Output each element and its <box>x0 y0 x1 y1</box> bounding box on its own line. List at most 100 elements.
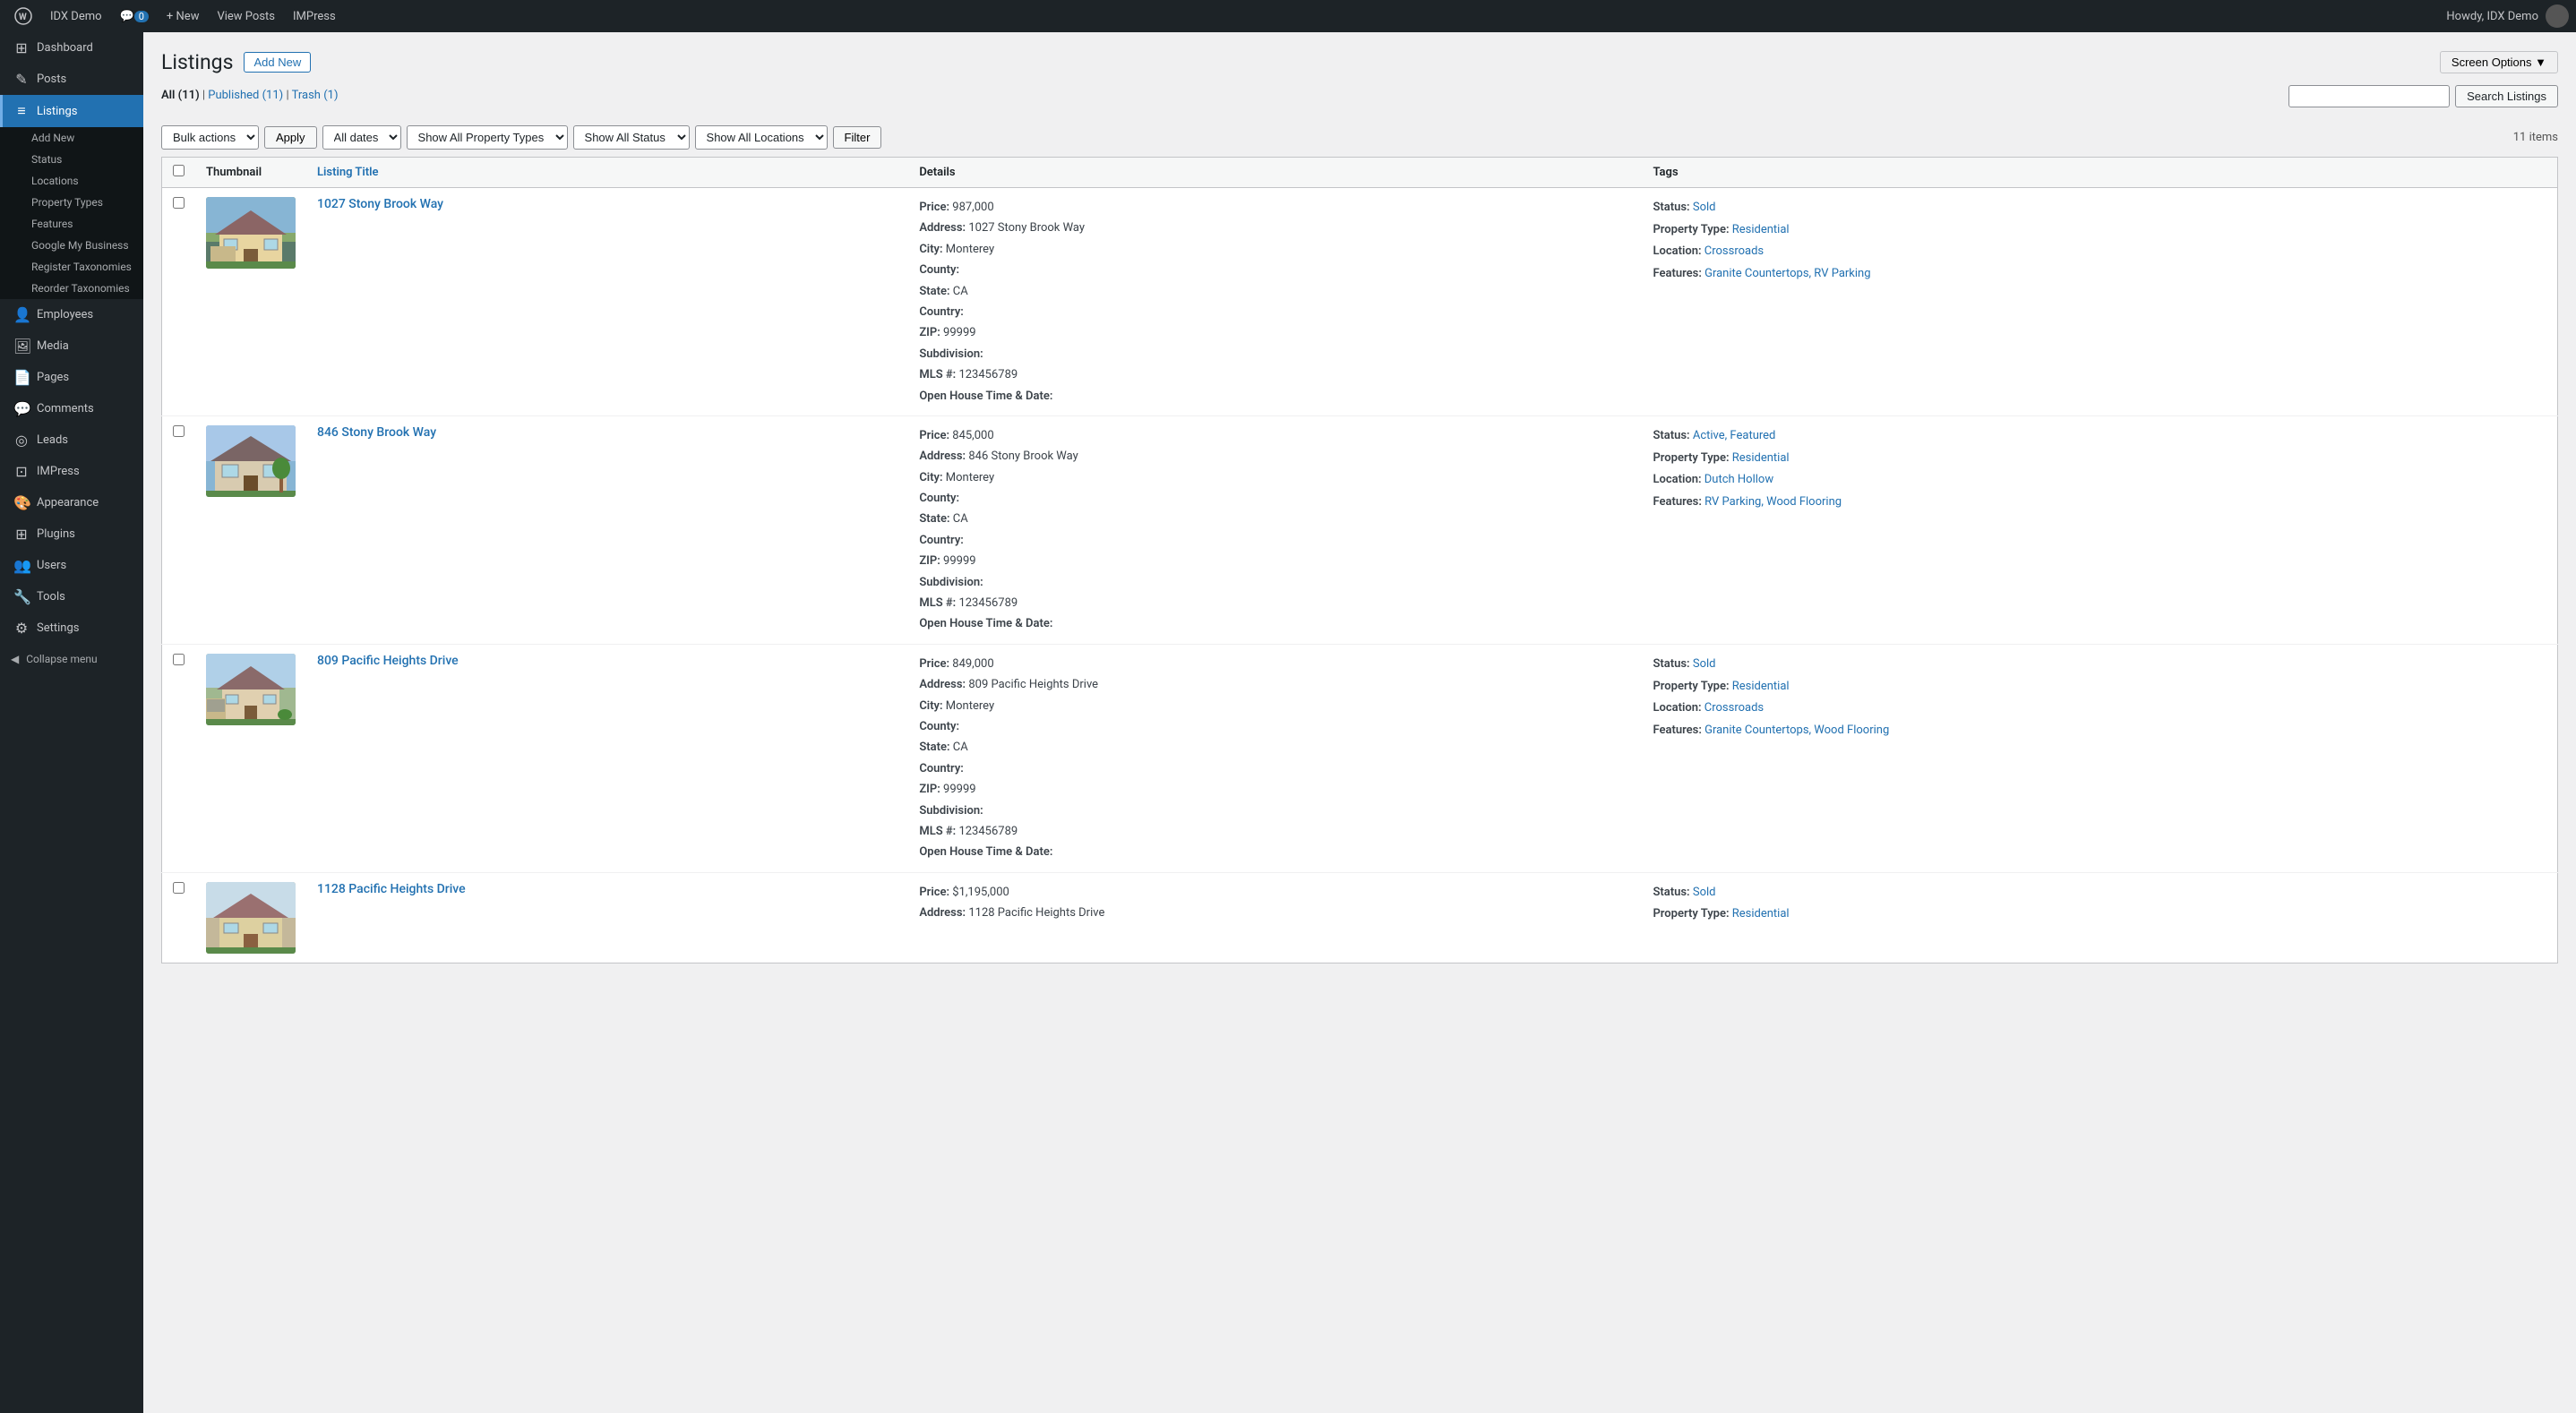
listing-title-sort-link[interactable]: Listing Title <box>317 166 379 179</box>
sidebar-item-impress[interactable]: ⊡ IMPress <box>0 456 143 487</box>
sidebar-label-features: Features <box>31 218 73 230</box>
listing-image-1 <box>206 197 296 269</box>
sidebar-item-leads[interactable]: ◎ Leads <box>0 424 143 456</box>
property-type-link-4[interactable]: Residential <box>1732 907 1790 921</box>
wp-logo-button[interactable]: W <box>7 0 39 32</box>
all-filter-link[interactable]: All (11) <box>161 89 202 102</box>
thumbnail-1 <box>195 188 306 416</box>
listing-title-col-header[interactable]: Listing Title <box>306 158 908 188</box>
sidebar-item-add-new[interactable]: Add New <box>0 127 143 149</box>
row-check-3[interactable] <box>162 644 196 872</box>
new-content-button[interactable]: + New <box>159 0 207 32</box>
sidebar-item-plugins[interactable]: ⊞ Plugins <box>0 518 143 550</box>
listing-title-4[interactable]: 1128 Pacific Heights Drive <box>306 872 908 963</box>
sidebar-item-locations[interactable]: Locations <box>0 170 143 192</box>
listing-link-1[interactable]: 1027 Stony Brook Way <box>317 197 443 211</box>
listing-title-2[interactable]: 846 Stony Brook Way <box>306 415 908 644</box>
status-select[interactable]: Show All Status <box>573 125 690 150</box>
listings-icon: ≡ <box>13 102 30 120</box>
trash-filter-link[interactable]: Trash (1) <box>292 89 339 102</box>
property-types-select[interactable]: Show All Property Types <box>407 125 568 150</box>
listing-link-4[interactable]: 1128 Pacific Heights Drive <box>317 882 466 896</box>
site-name-label: IDX Demo <box>50 10 102 23</box>
comments-button[interactable]: 💬 0 <box>113 0 156 32</box>
search-button[interactable]: Search Listings <box>2455 85 2558 107</box>
status-link-4[interactable]: Sold <box>1693 886 1716 899</box>
sidebar-label-pages: Pages <box>37 371 69 384</box>
location-link-3[interactable]: Crossroads <box>1704 701 1764 715</box>
add-new-button[interactable]: Add New <box>244 52 311 73</box>
sidebar-item-pages[interactable]: 📄 Pages <box>0 362 143 393</box>
collapse-menu-button[interactable]: ◀ Collapse menu <box>0 644 143 674</box>
property-type-link-3[interactable]: Residential <box>1732 680 1790 693</box>
status-link-2[interactable]: Active, Featured <box>1693 429 1776 442</box>
listing-title-1[interactable]: 1027 Stony Brook Way <box>306 188 908 416</box>
sidebar-item-users[interactable]: 👥 Users <box>0 550 143 581</box>
sidebar-item-listings[interactable]: ≡ Listings <box>0 95 143 127</box>
search-input[interactable] <box>2288 85 2450 107</box>
location-link-1[interactable]: Crossroads <box>1704 244 1764 258</box>
sidebar-label-media: Media <box>37 339 69 353</box>
sidebar-item-tools[interactable]: 🔧 Tools <box>0 581 143 612</box>
listing-link-3[interactable]: 809 Pacific Heights Drive <box>317 654 459 668</box>
features-link-2[interactable]: RV Parking, Wood Flooring <box>1704 495 1842 509</box>
sidebar-item-settings[interactable]: ⚙ Settings <box>0 612 143 644</box>
sidebar-label-comments: Comments <box>37 402 94 415</box>
property-type-link-1[interactable]: Residential <box>1732 223 1790 236</box>
sidebar-label-tools: Tools <box>37 590 65 604</box>
sidebar-item-appearance[interactable]: 🎨 Appearance <box>0 487 143 518</box>
row-check-2[interactable] <box>162 415 196 644</box>
locations-select[interactable]: Show All Locations <box>695 125 828 150</box>
site-name-button[interactable]: IDX Demo <box>43 0 109 32</box>
status-link-1[interactable]: Sold <box>1693 201 1716 214</box>
location-link-2[interactable]: Dutch Hollow <box>1704 473 1773 486</box>
sidebar-item-comments[interactable]: 💬 Comments <box>0 393 143 424</box>
sidebar-label-leads: Leads <box>37 433 68 447</box>
sidebar-item-register-taxonomies[interactable]: Register Taxonomies <box>0 256 143 278</box>
published-filter-link[interactable]: Published (11) <box>208 89 286 102</box>
row-checkbox-4[interactable] <box>173 882 185 894</box>
sidebar-item-employees[interactable]: 👤 Employees <box>0 299 143 330</box>
listing-title-3[interactable]: 809 Pacific Heights Drive <box>306 644 908 872</box>
sidebar-item-features[interactable]: Features <box>0 213 143 235</box>
status-link-3[interactable]: Sold <box>1693 657 1716 671</box>
comments-icon: 💬 <box>13 400 30 417</box>
filter-button[interactable]: Filter <box>833 126 882 149</box>
row-check-4[interactable] <box>162 872 196 963</box>
users-icon: 👥 <box>13 557 30 574</box>
features-link-3[interactable]: Granite Countertops, Wood Flooring <box>1704 724 1889 737</box>
plugins-icon: ⊞ <box>13 526 30 543</box>
sidebar: ⊞ Dashboard ✎ Posts ≡ Listings Add New S… <box>0 32 143 1413</box>
screen-options-button[interactable]: Screen Options ▼ <box>2440 51 2558 73</box>
appearance-icon: 🎨 <box>13 494 30 511</box>
row-checkbox-2[interactable] <box>173 425 185 437</box>
select-all-col[interactable] <box>162 158 196 188</box>
impress-button[interactable]: IMPress <box>286 0 343 32</box>
dates-select[interactable]: All dates <box>322 125 401 150</box>
features-link-1[interactable]: Granite Countertops, RV Parking <box>1704 267 1870 280</box>
row-check-1[interactable] <box>162 188 196 416</box>
tags-2: Status: Active, Featured Property Type: … <box>1642 415 2557 644</box>
posts-icon: ✎ <box>13 71 30 88</box>
sidebar-item-posts[interactable]: ✎ Posts <box>0 64 143 95</box>
sidebar-label-dashboard: Dashboard <box>37 41 93 55</box>
dashboard-icon: ⊞ <box>13 39 30 56</box>
view-posts-button[interactable]: View Posts <box>210 0 282 32</box>
sidebar-item-media[interactable]: 🖼 Media <box>0 330 143 362</box>
sidebar-item-google-my-business[interactable]: Google My Business <box>0 235 143 256</box>
sidebar-item-status[interactable]: Status <box>0 149 143 170</box>
sidebar-label-locations: Locations <box>31 175 79 187</box>
apply-button[interactable]: Apply <box>264 126 317 149</box>
sidebar-item-property-types[interactable]: Property Types <box>0 192 143 213</box>
sidebar-item-reorder-taxonomies[interactable]: Reorder Taxonomies <box>0 278 143 299</box>
bulk-actions-select[interactable]: Bulk actions <box>161 125 259 150</box>
row-checkbox-1[interactable] <box>173 197 185 209</box>
sidebar-label-employees: Employees <box>37 308 93 321</box>
row-checkbox-3[interactable] <box>173 654 185 665</box>
table-header-row: Thumbnail Listing Title Details Tags <box>162 158 2558 188</box>
select-all-checkbox[interactable] <box>173 165 185 176</box>
listing-link-2[interactable]: 846 Stony Brook Way <box>317 425 436 440</box>
screen-options-label: Screen Options ▼ <box>2451 56 2546 69</box>
sidebar-item-dashboard[interactable]: ⊞ Dashboard <box>0 32 143 64</box>
property-type-link-2[interactable]: Residential <box>1732 451 1790 465</box>
